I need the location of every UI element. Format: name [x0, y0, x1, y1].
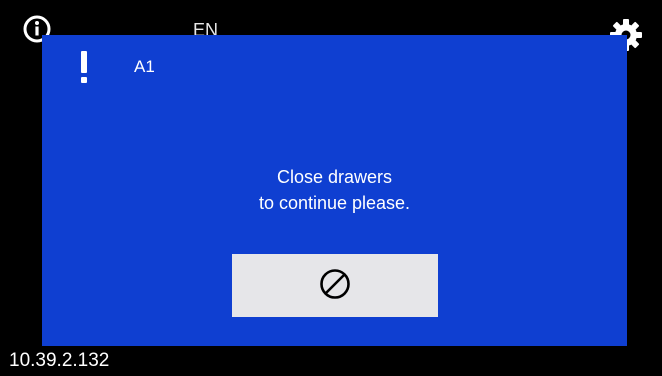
- alert-message: Close drawers to continue please.: [42, 164, 627, 216]
- ip-address-label: 10.39.2.132: [9, 350, 110, 371]
- device-screen: EN A1 Close drawers to continue please. …: [0, 0, 662, 376]
- alert-code: A1: [134, 57, 155, 76]
- exclamation-icon: [78, 51, 90, 83]
- cancel-button[interactable]: [232, 254, 438, 317]
- alert-message-line-2: to continue please.: [258, 193, 411, 213]
- alert-dialog: A1 Close drawers to continue please.: [42, 35, 627, 346]
- status-bar: EN: [0, 0, 662, 51]
- alert-message-line-1: Close drawers: [276, 167, 393, 187]
- prohibited-icon: [318, 267, 352, 304]
